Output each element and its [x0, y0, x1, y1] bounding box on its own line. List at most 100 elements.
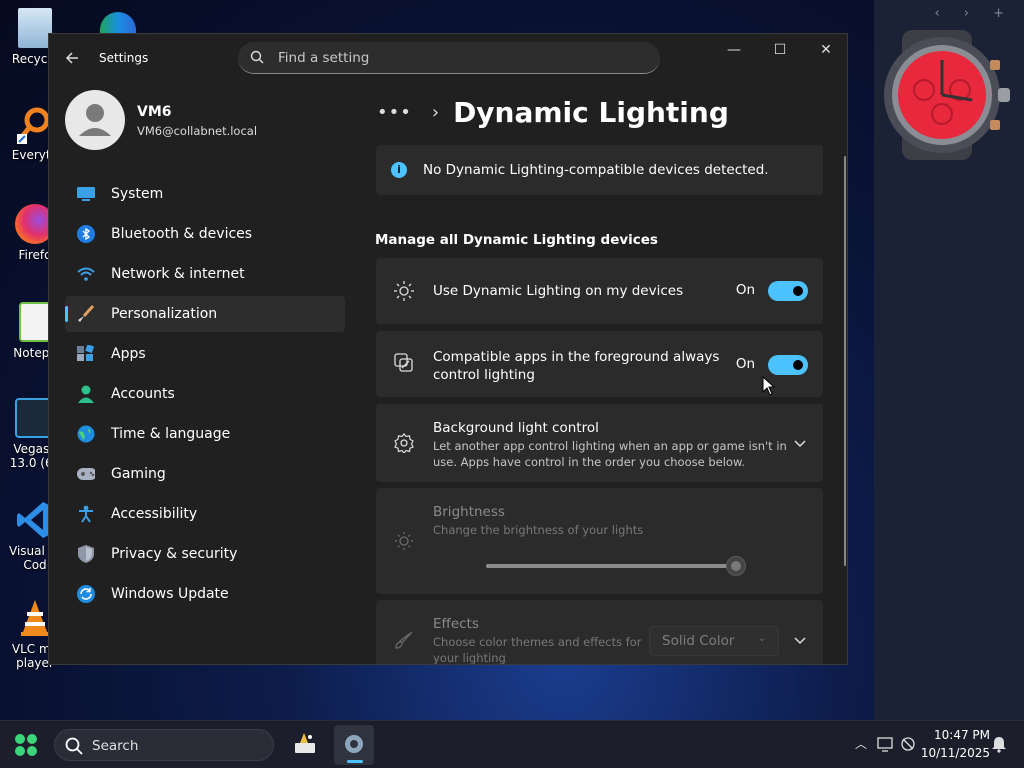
sidebar-item-system[interactable]: System — [65, 176, 345, 212]
active-app-indicator — [347, 760, 363, 763]
effects-dropdown[interactable]: Solid Color ⌄ — [649, 626, 779, 656]
taskbar-search[interactable]: Search — [54, 729, 274, 761]
minimize-icon: — — [727, 42, 741, 58]
clock-date[interactable]: 10/11/2025 — [910, 746, 990, 760]
close-icon: ✕ — [820, 42, 832, 58]
slider-thumb[interactable] — [726, 556, 746, 576]
setting-background-light-control[interactable]: Background light control Let another app… — [376, 404, 823, 482]
setting-title: Use Dynamic Lighting on my devices — [433, 283, 684, 299]
sidebar-item-bluetooth[interactable]: Bluetooth & devices — [65, 216, 345, 252]
taskbar-app-settings[interactable] — [334, 725, 374, 765]
chevron-down-icon[interactable] — [793, 633, 807, 647]
setting-title: Effects — [433, 616, 479, 632]
setting-description-line: Let another app control lighting when an… — [433, 439, 787, 453]
mouse-cursor-icon — [762, 376, 776, 396]
compatible-apps-toggle[interactable] — [768, 355, 808, 375]
sidebar-item-label: Privacy & security — [111, 546, 238, 562]
sidebar-item-apps[interactable]: Apps — [65, 336, 345, 372]
brightness-slider[interactable] — [486, 556, 746, 576]
sidebar-item-label: Accessibility — [111, 506, 198, 522]
setting-effects: Effects Choose color themes and effects … — [376, 600, 823, 665]
page-title: Dynamic Lighting — [453, 95, 729, 129]
widget-nav-arrows[interactable]: ‹ › + — [934, 6, 1014, 21]
search-icon — [250, 50, 264, 64]
section-heading: Manage all Dynamic Lighting devices — [375, 232, 658, 248]
use-dynamic-lighting-toggle[interactable] — [768, 281, 808, 301]
title-bar: Settings Find a setting — ☐ ✕ — [49, 34, 847, 82]
close-button[interactable]: ✕ — [803, 34, 847, 66]
sidebar-item-windows-update[interactable]: Windows Update — [65, 576, 345, 612]
setting-use-dynamic-lighting: Use Dynamic Lighting on my devices On — [376, 258, 823, 324]
lighting-apps-icon — [394, 353, 413, 372]
sidebar-item-time-language[interactable]: Time & language — [65, 416, 345, 452]
chevron-up-icon[interactable]: ︿ — [852, 735, 870, 753]
app-icon — [295, 733, 315, 753]
globe-icon — [77, 425, 95, 443]
sidebar-item-label: Windows Update — [111, 586, 229, 602]
sidebar-item-label: Accounts — [111, 386, 175, 402]
scrollbar[interactable] — [844, 156, 846, 566]
search-icon — [65, 737, 83, 755]
app-title: Settings — [99, 51, 149, 65]
sidebar-item-label: Personalization — [111, 306, 218, 322]
network-icon[interactable] — [876, 735, 894, 753]
sidebar-item-network[interactable]: Network & internet — [65, 256, 345, 292]
sidebar-item-gaming[interactable]: Gaming — [65, 456, 345, 492]
setting-description-line: use. Apps have control in the order you … — [433, 455, 745, 469]
taskbar-app-explorer[interactable] — [284, 725, 324, 765]
dropdown-value: Solid Color — [662, 633, 735, 649]
setting-title: Brightness — [433, 504, 505, 520]
brightness-icon — [395, 532, 413, 550]
setting-description: Change the brightness of your lights — [433, 523, 644, 537]
setting-compatible-apps: Compatible apps in the foreground always… — [376, 331, 823, 397]
sidebar-item-label: System — [111, 186, 164, 202]
minimize-button[interactable]: — — [711, 34, 757, 66]
setting-description: Let another app control lighting when an… — [433, 438, 787, 470]
sidebar-item-accounts[interactable]: Accounts — [65, 376, 345, 412]
maximize-button[interactable]: ☐ — [757, 34, 803, 66]
slider-fill — [486, 564, 736, 568]
user-name: VM6 — [137, 104, 172, 120]
maximize-icon: ☐ — [773, 42, 787, 58]
taskbar: Search ︿ 10:47 PM 10/11/2025 — [0, 720, 1024, 768]
setting-description-line: your lighting — [433, 651, 506, 665]
sidebar-item-privacy[interactable]: Privacy & security — [65, 536, 345, 572]
gear-icon — [394, 433, 414, 453]
gamepad-icon — [77, 465, 95, 483]
apps-icon — [77, 345, 95, 363]
avatar — [65, 90, 125, 150]
clock-time[interactable]: 10:47 PM — [920, 728, 990, 742]
bluetooth-icon — [77, 225, 95, 243]
taskbar-search-placeholder: Search — [92, 738, 139, 754]
info-message: No Dynamic Lighting-compatible devices d… — [423, 162, 769, 178]
setting-title: Compatible apps in the foreground always… — [433, 348, 719, 384]
settings-window: Settings Find a setting — ☐ ✕ VM6 VM6@co… — [48, 33, 848, 665]
sidebar-item-label: Bluetooth & devices — [111, 226, 253, 242]
chevron-down-icon: ⌄ — [757, 633, 766, 644]
sidebar-item-label: Gaming — [111, 466, 166, 482]
notification-bell-icon[interactable] — [990, 735, 1008, 753]
setting-description-line: Choose color themes and effects for — [433, 635, 642, 649]
desktop-icon-edge[interactable] — [100, 12, 136, 34]
setting-brightness: Brightness Change the brightness of your… — [376, 488, 823, 594]
back-button[interactable] — [63, 48, 83, 68]
sidebar-item-label: Network & internet — [111, 266, 245, 282]
watch-widget-image — [884, 30, 1014, 160]
system-icon — [77, 185, 95, 203]
chevron-down-icon[interactable] — [793, 436, 807, 450]
sidebar-item-personalization[interactable]: Personalization — [65, 296, 345, 332]
info-icon: i — [391, 162, 407, 178]
toggle-state-label: On — [735, 282, 755, 298]
sidebar-item-label: Apps — [111, 346, 146, 362]
gear-icon — [345, 735, 363, 753]
setting-description: Choose color themes and effects for your… — [433, 634, 642, 665]
user-email: VM6@collabnet.local — [137, 124, 258, 138]
sidebar-item-accessibility[interactable]: Accessibility — [65, 496, 345, 532]
arrow-left-icon — [65, 52, 78, 64]
breadcrumb-overflow-button[interactable]: ••• — [377, 102, 412, 123]
search-input[interactable]: Find a setting — [238, 42, 660, 74]
accessibility-icon — [77, 505, 95, 523]
info-bar: i No Dynamic Lighting-compatible devices… — [376, 145, 823, 195]
start-button[interactable] — [14, 733, 38, 757]
sun-icon — [394, 281, 414, 301]
